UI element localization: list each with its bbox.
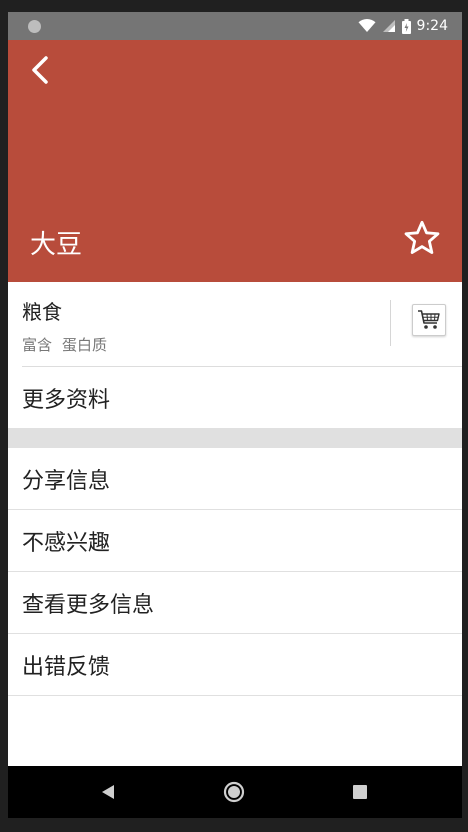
star-outline-icon — [404, 220, 440, 254]
more-info-item[interactable]: 更多资料 — [8, 367, 462, 429]
product-info-row: 粮食 富含 蛋白质 — [8, 282, 462, 366]
view-more-item[interactable]: 查看更多信息 — [8, 572, 462, 634]
nav-recents-button[interactable] — [330, 766, 390, 818]
notification-dot-icon — [28, 20, 41, 33]
back-arrow-icon — [32, 56, 48, 84]
product-tag: 蛋白质 — [62, 336, 108, 354]
status-icons: 9:24 — [358, 12, 448, 40]
section-separator — [8, 428, 462, 448]
product-category: 粮食 — [22, 300, 62, 324]
divider — [8, 695, 462, 696]
page-title: 大豆 — [30, 230, 83, 260]
shopping-cart-icon — [418, 310, 440, 329]
signal-icon — [382, 20, 395, 32]
favorite-button[interactable] — [400, 216, 444, 260]
back-triangle-icon — [102, 785, 114, 799]
status-time: 9:24 — [416, 18, 448, 34]
product-tags: 富含 蛋白质 — [22, 334, 107, 355]
add-to-cart-button[interactable] — [412, 304, 446, 336]
navigation-bar — [8, 766, 462, 818]
nav-home-button[interactable] — [204, 766, 264, 818]
nav-back-button[interactable] — [78, 766, 138, 818]
home-circle-icon — [223, 781, 245, 803]
app-screen: 9:24 大豆 粮食 富含 蛋白质 更多资料 分享信息 不感兴趣 查看更多信息 … — [8, 12, 462, 818]
vertical-divider — [390, 300, 391, 346]
back-button[interactable] — [20, 50, 60, 90]
status-bar: 9:24 — [8, 12, 462, 40]
feedback-item[interactable]: 出错反馈 — [8, 634, 462, 696]
not-interested-item[interactable]: 不感兴趣 — [8, 510, 462, 572]
battery-icon — [401, 18, 411, 34]
recents-square-icon — [353, 785, 367, 799]
wifi-icon — [358, 19, 376, 32]
share-item[interactable]: 分享信息 — [8, 448, 462, 510]
header-banner: 大豆 — [8, 40, 462, 282]
product-tag: 富含 — [22, 336, 53, 354]
